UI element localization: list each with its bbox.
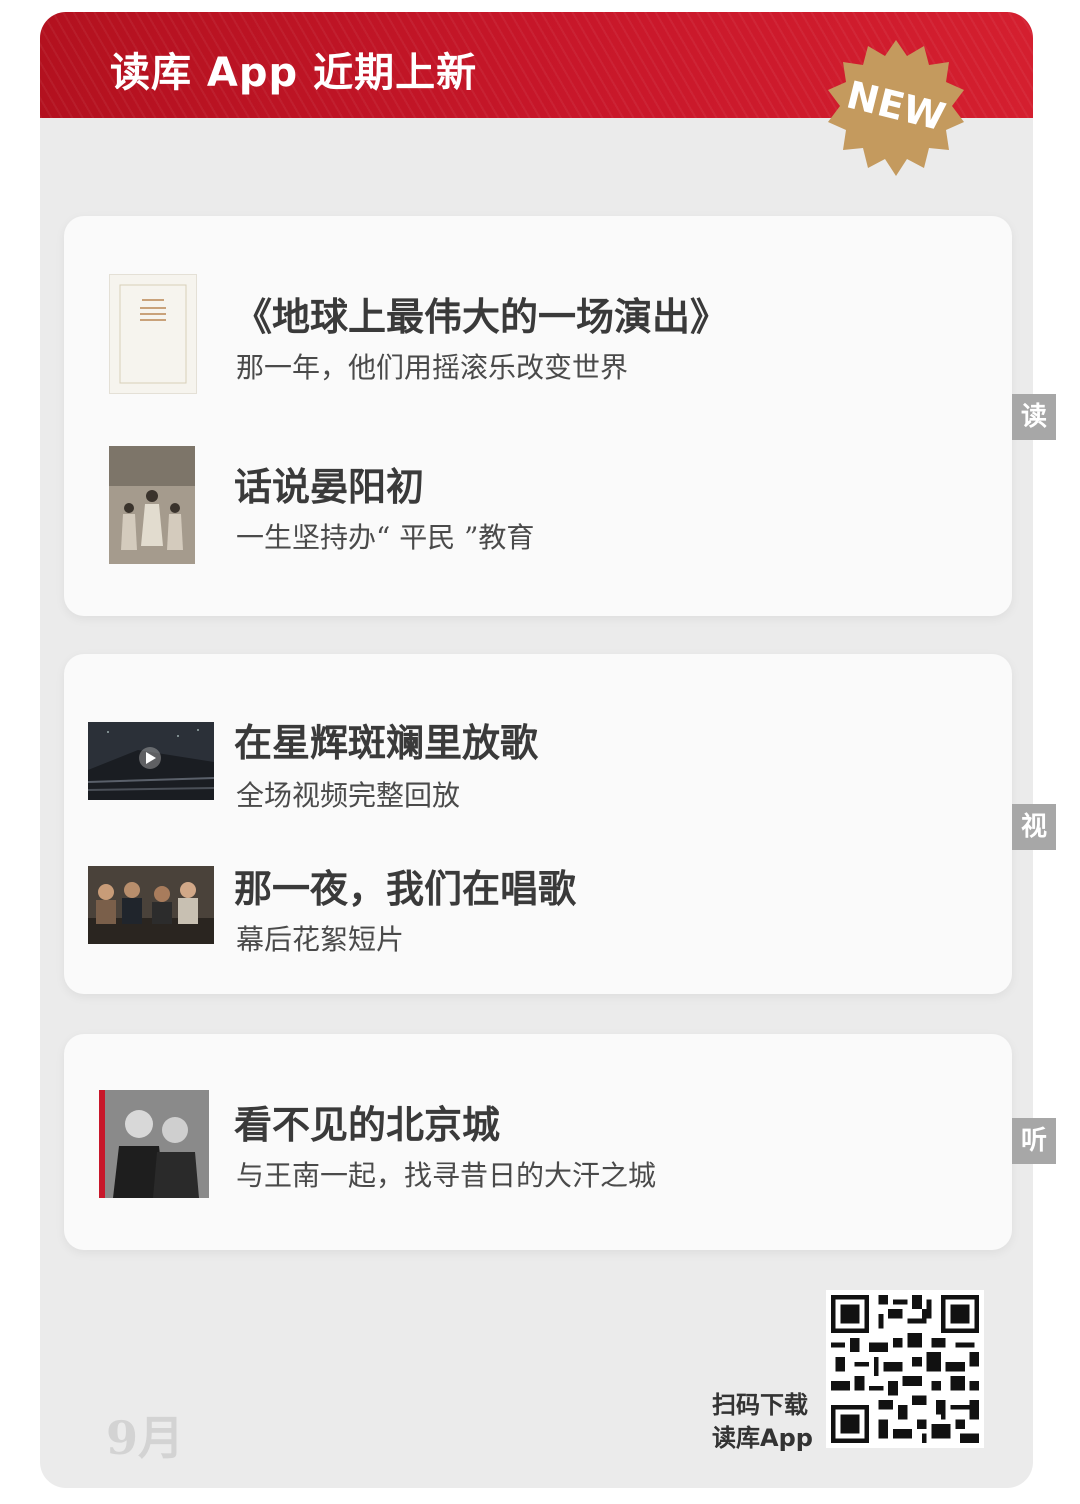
item-title[interactable]: 在星辉斑斓里放歌	[234, 712, 538, 767]
audio-cover-portrait-icon	[99, 1090, 209, 1198]
video-thumbnail-stage-icon	[88, 722, 214, 800]
book-cover-white-icon	[119, 284, 187, 384]
video-section-card: 在星辉斑斓里放歌 全场视频完整回放 那一夜，我们在唱歌 幕后花絮短片	[64, 654, 1012, 994]
item-subtitle: 那一年，他们用摇滚乐改变世界	[236, 351, 629, 384]
video-thumbnail[interactable]	[88, 866, 214, 944]
qr-code[interactable]	[826, 1290, 984, 1448]
qr-caption-line1: 扫码下载	[712, 1391, 808, 1419]
book-cover-thumbnail[interactable]	[109, 446, 195, 564]
tab-video[interactable]: 视	[1012, 804, 1056, 850]
new-badge: NEW	[826, 38, 966, 178]
qr-caption-line2: 读库App	[712, 1424, 813, 1452]
qr-code-icon	[826, 1290, 984, 1448]
item-subtitle: 一生坚持办“ 平民 ”教育	[236, 521, 535, 554]
book-cover-thumbnail[interactable]	[109, 274, 197, 394]
audio-cover-thumbnail[interactable]	[99, 1090, 209, 1198]
item-subtitle: 幕后花絮短片	[236, 923, 405, 956]
tab-read[interactable]: 读	[1012, 394, 1056, 440]
item-title[interactable]: 话说晏阳初	[234, 456, 424, 511]
header-title: 读库 App 近期上新	[110, 50, 478, 96]
video-thumbnail[interactable]	[88, 722, 214, 800]
item-title[interactable]: 那一夜，我们在唱歌	[234, 858, 576, 913]
item-subtitle: 与王南一起，找寻昔日的大汗之城	[236, 1159, 657, 1192]
read-section-card: 《地球上最伟大的一场演出》 那一年，他们用摇滚乐改变世界 话说晏阳初 一生坚持办…	[64, 216, 1012, 616]
month-label: 9月	[106, 1411, 185, 1465]
book-cover-illustration-icon	[109, 446, 195, 564]
item-subtitle: 全场视频完整回放	[236, 779, 461, 812]
listen-section-card: 看不见的北京城 与王南一起，找寻昔日的大汗之城	[64, 1034, 1012, 1250]
item-title[interactable]: 看不见的北京城	[234, 1094, 500, 1149]
tab-listen[interactable]: 听	[1012, 1118, 1056, 1164]
video-thumbnail-people-icon	[88, 866, 214, 944]
item-title[interactable]: 《地球上最伟大的一场演出》	[234, 286, 728, 341]
